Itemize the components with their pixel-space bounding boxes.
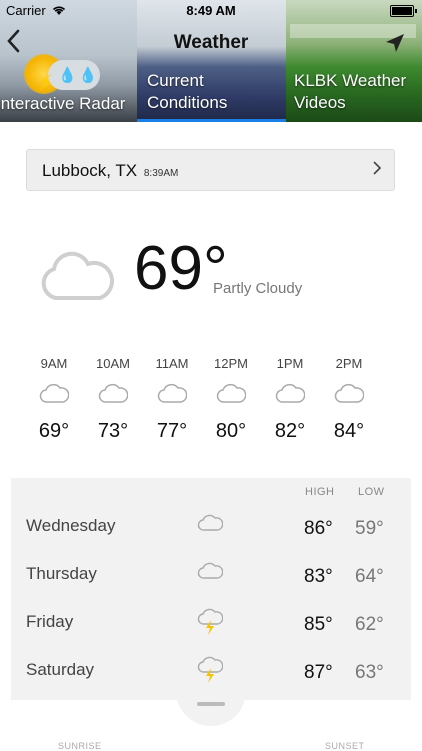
hour-temp: 73° xyxy=(97,420,129,442)
tab-label: Interactive Radar xyxy=(0,94,126,113)
hour-temp: 77° xyxy=(156,420,188,442)
locate-button[interactable] xyxy=(384,32,406,59)
day-name: Thursday xyxy=(26,564,97,583)
daily-row: Thursday 83° 64° xyxy=(11,556,411,604)
day-low: 59° xyxy=(355,518,384,539)
partly-cloudy-icon xyxy=(38,250,114,307)
daily-row: Friday 85° 62° xyxy=(11,604,411,652)
drawer-grip-icon xyxy=(197,702,225,706)
day-high: 85° xyxy=(304,614,333,635)
hour-time: 9AM xyxy=(40,356,68,371)
day-high: 83° xyxy=(304,566,333,587)
hour-item: 2PM 84° xyxy=(320,356,378,443)
hour-temp: 82° xyxy=(274,420,306,442)
day-low: 63° xyxy=(355,662,384,683)
cloud-icon xyxy=(197,512,224,537)
high-column-header: HIGH xyxy=(305,486,335,498)
cloud-icon xyxy=(143,382,201,418)
hour-temp: 80° xyxy=(215,420,247,442)
day-name: Wednesday xyxy=(26,516,116,535)
hour-time: 1PM xyxy=(276,356,304,371)
location-city: Lubbock, TX 8:39AM xyxy=(42,161,179,180)
daily-row: Wednesday 86° 59° xyxy=(11,508,411,556)
tab-label: Current Conditions xyxy=(147,71,228,112)
cloud-icon xyxy=(261,382,319,418)
rain-drops-icon: 💧💧 xyxy=(58,67,100,84)
day-low: 64° xyxy=(355,566,384,587)
day-high: 87° xyxy=(304,662,333,683)
day-name: Saturday xyxy=(26,660,95,679)
hour-time: 2PM xyxy=(335,356,363,371)
location-selector[interactable]: Lubbock, TX 8:39AM xyxy=(26,149,395,191)
page-title: Weather xyxy=(173,32,249,53)
status-bar: Carrier 8:49 AM xyxy=(0,0,422,22)
hour-item: 10AM 73° xyxy=(84,356,142,443)
thunderstorm-icon xyxy=(197,608,224,641)
hour-item: 12PM 80° xyxy=(202,356,260,443)
hour-item: 1PM 82° xyxy=(261,356,319,443)
hour-time: 12PM xyxy=(214,356,248,371)
hour-time: 10AM xyxy=(96,356,130,371)
battery-icon xyxy=(390,5,417,17)
daily-forecast: HIGH LOW Wednesday 86° 59° Thursday 83° … xyxy=(11,478,411,700)
cloud-icon xyxy=(320,382,378,418)
cloud-icon xyxy=(84,382,142,418)
hour-temp: 84° xyxy=(333,420,365,442)
day-high: 86° xyxy=(304,518,333,539)
current-condition: Partly Cloudy xyxy=(213,280,303,297)
day-low: 62° xyxy=(355,614,384,635)
hourly-forecast[interactable]: 9AM 69° 10AM 73° 11AM 77° 12PM 80° 1PM 8… xyxy=(0,356,422,456)
selected-tab-indicator xyxy=(137,119,286,122)
location-arrow-icon xyxy=(386,34,404,52)
low-column-header: LOW xyxy=(358,486,385,498)
cloud-icon xyxy=(202,382,260,418)
hour-item: 11AM 77° xyxy=(143,356,201,443)
expand-drawer-button[interactable] xyxy=(176,682,246,726)
observation-time: 8:39AM xyxy=(143,168,179,179)
cloud-icon xyxy=(25,382,83,418)
hour-item: 9AM 69° xyxy=(25,356,83,443)
status-time: 8:49 AM xyxy=(186,3,236,18)
hour-time: 11AM xyxy=(155,356,189,371)
tab-label: KLBK Weather Videos xyxy=(294,71,407,112)
chevron-right-icon xyxy=(372,159,382,182)
cloud-icon xyxy=(197,560,224,585)
day-name: Friday xyxy=(26,612,74,631)
hour-temp: 69° xyxy=(38,420,70,442)
